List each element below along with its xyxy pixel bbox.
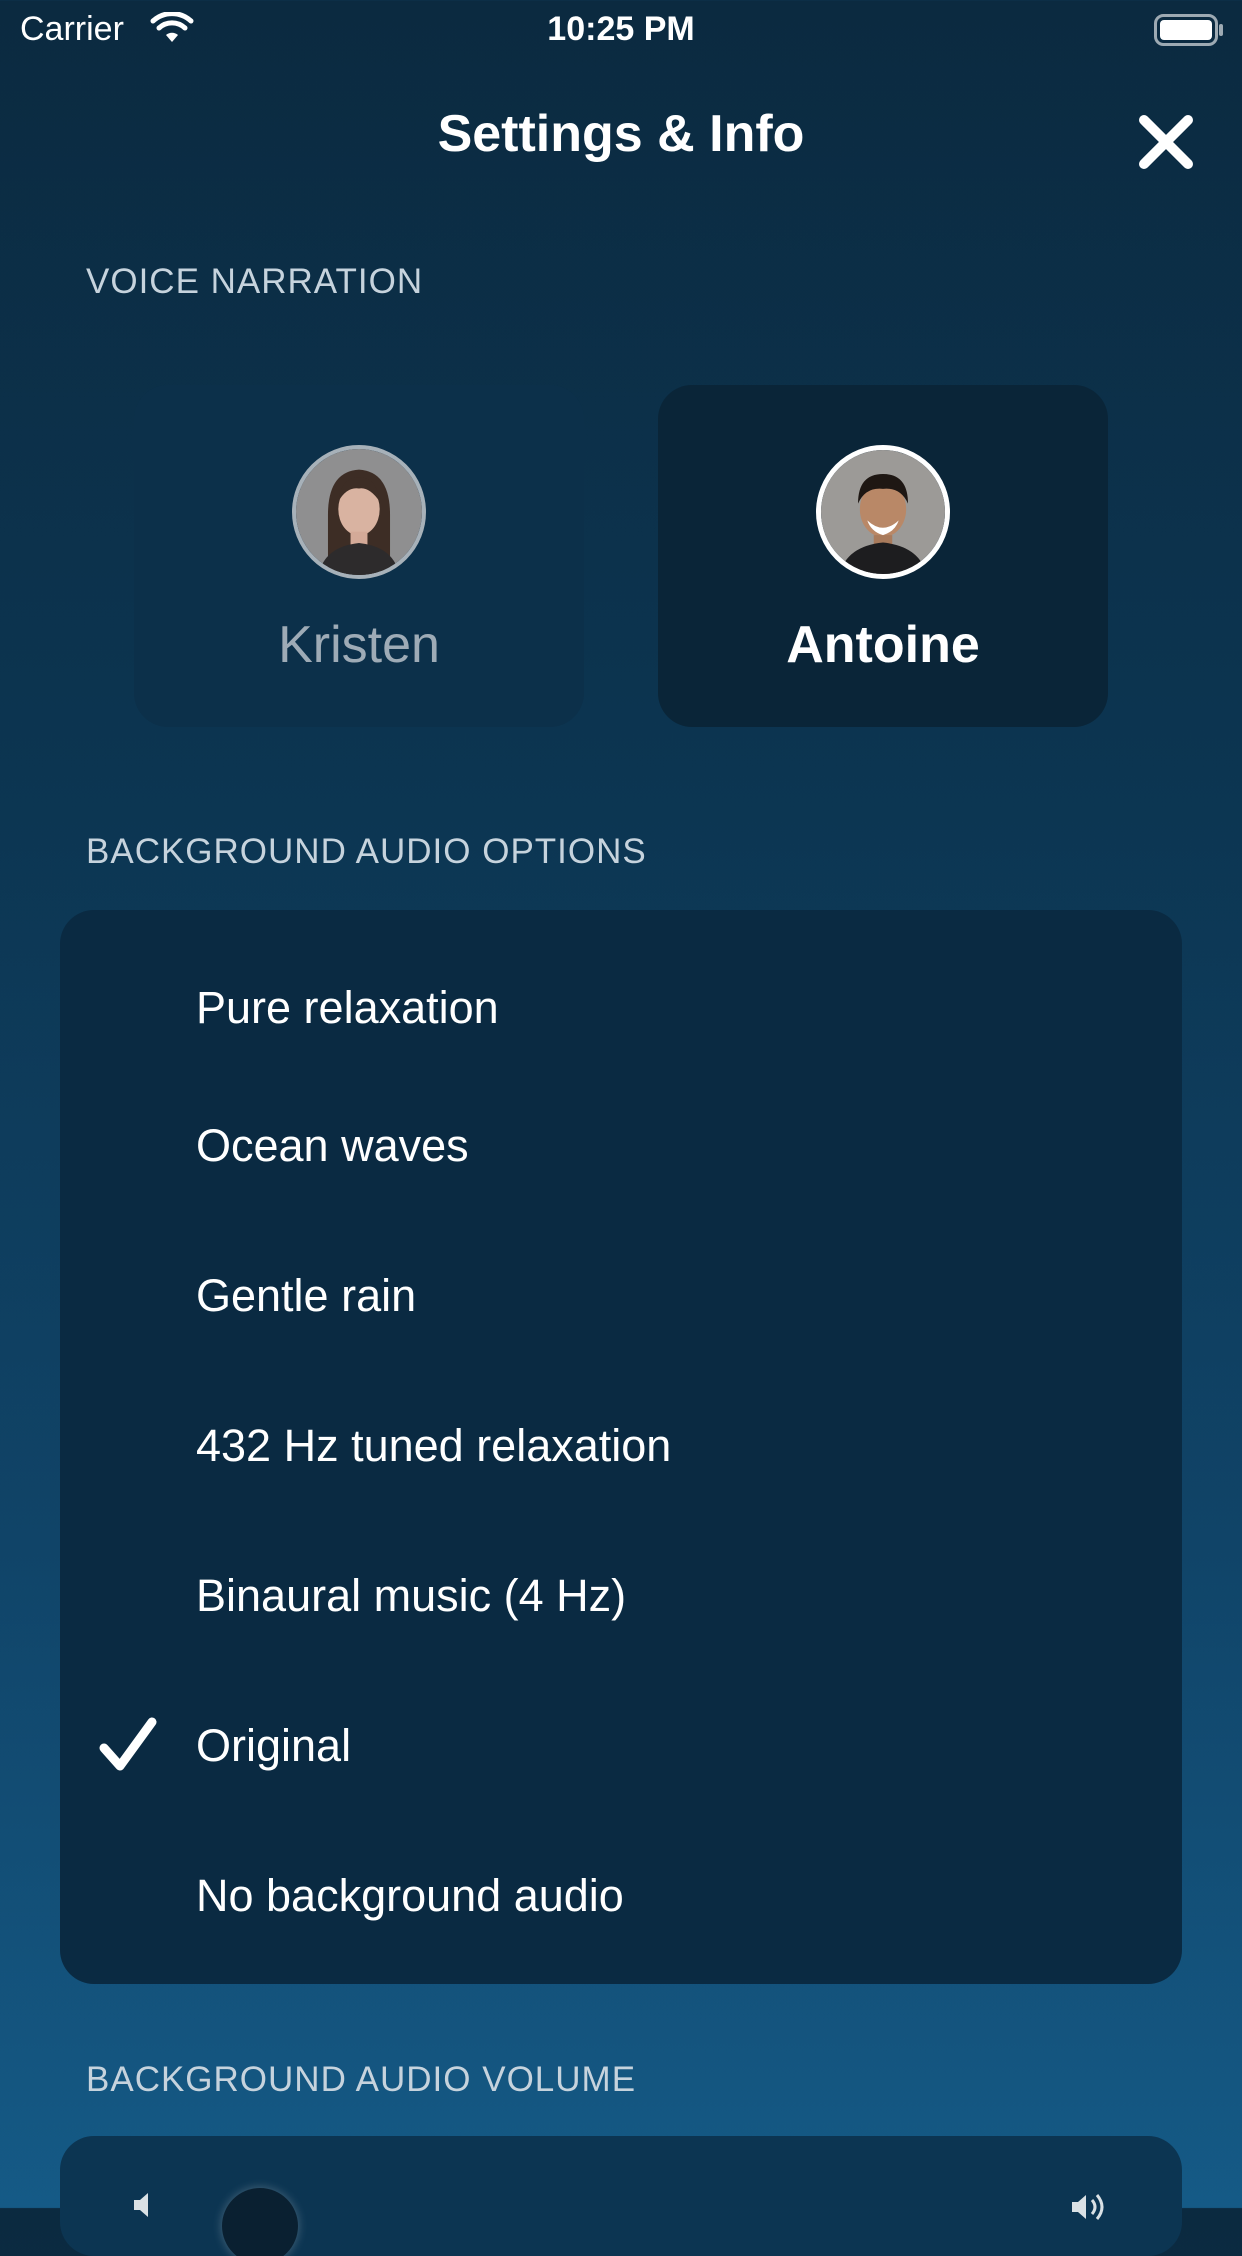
battery-icon <box>1154 14 1224 46</box>
background-audio-options-list: Pure relaxation Ocean waves Gentle rain … <box>60 910 1182 1984</box>
status-bar: Carrier 10:25 PM <box>0 0 1242 62</box>
volume-slider-thumb[interactable] <box>222 2188 298 2256</box>
background-audio-volume-header: BACKGROUND AUDIO VOLUME <box>86 2060 637 2099</box>
close-icon <box>1139 115 1193 169</box>
option-binaural-music[interactable]: Binaural music (4 Hz) <box>60 1548 1182 1648</box>
antoine-name: Antoine <box>786 616 980 674</box>
option-label: Gentle rain <box>196 1270 417 1321</box>
option-label: Binaural music (4 Hz) <box>196 1570 627 1621</box>
volume-panel <box>60 2136 1182 2256</box>
volume-high-icon <box>1072 2194 1104 2220</box>
option-pure-relaxation[interactable]: Pure relaxation <box>60 960 1182 1060</box>
status-time: 10:25 PM <box>547 10 695 48</box>
option-label: Original <box>196 1720 352 1771</box>
option-gentle-rain[interactable]: Gentle rain <box>60 1248 1182 1348</box>
background-audio-options-header: BACKGROUND AUDIO OPTIONS <box>86 832 647 871</box>
antoine-avatar <box>816 445 950 579</box>
narrator-card-kristen[interactable]: Kristen <box>134 385 584 727</box>
option-ocean-waves[interactable]: Ocean waves <box>60 1098 1182 1198</box>
checkmark-icon <box>99 1717 157 1771</box>
option-label: 432 Hz tuned relaxation <box>196 1420 672 1471</box>
option-label: No background audio <box>196 1870 624 1921</box>
kristen-name: Kristen <box>278 616 440 674</box>
option-no-background-audio[interactable]: No background audio <box>60 1848 1182 1948</box>
volume-low-icon <box>134 2193 148 2217</box>
page-title: Settings & Info <box>437 105 805 163</box>
narrator-card-antoine[interactable]: Antoine <box>658 385 1108 727</box>
kristen-avatar <box>292 445 426 579</box>
option-label: Pure relaxation <box>196 982 499 1033</box>
option-432hz-relaxation[interactable]: 432 Hz tuned relaxation <box>60 1398 1182 1498</box>
voice-narration-header: VOICE NARRATION <box>86 262 424 301</box>
close-button[interactable] <box>1134 110 1198 174</box>
option-original[interactable]: Original <box>60 1698 1182 1798</box>
option-label: Ocean waves <box>196 1120 469 1171</box>
